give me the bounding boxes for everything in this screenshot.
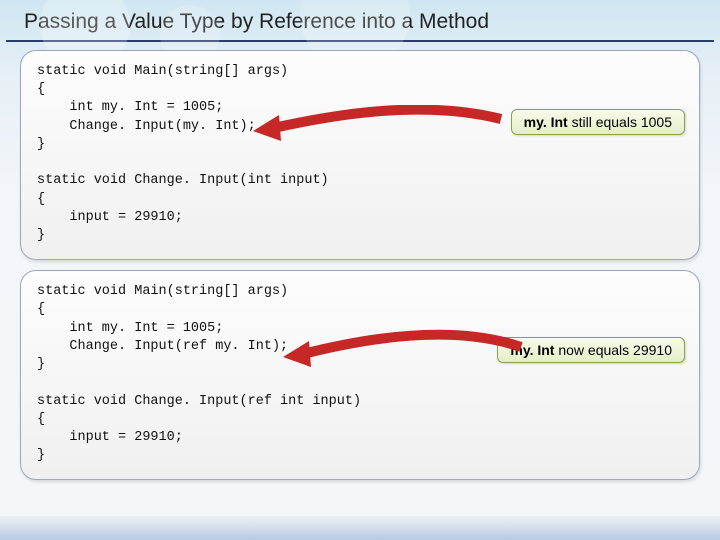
callout-byref-rest: now equals 29910: [554, 342, 672, 358]
code-panel-byref: static void Main(string[] args) { int my…: [20, 270, 700, 480]
code-block-byval: static void Main(string[] args) { int my…: [37, 63, 683, 245]
callout-byref-bold: my. Int: [510, 342, 554, 358]
callout-byval-bold: my. Int: [524, 114, 568, 130]
page-title: Passing a Value Type by Reference into a…: [6, 0, 714, 42]
code-panel-byval: static void Main(string[] args) { int my…: [20, 50, 700, 260]
callout-byref: my. Int now equals 29910: [497, 337, 685, 363]
callout-byval: my. Int still equals 1005: [511, 109, 685, 135]
callout-byval-rest: still equals 1005: [568, 114, 672, 130]
code-block-byref: static void Main(string[] args) { int my…: [37, 283, 683, 465]
footer-band: [0, 516, 720, 540]
